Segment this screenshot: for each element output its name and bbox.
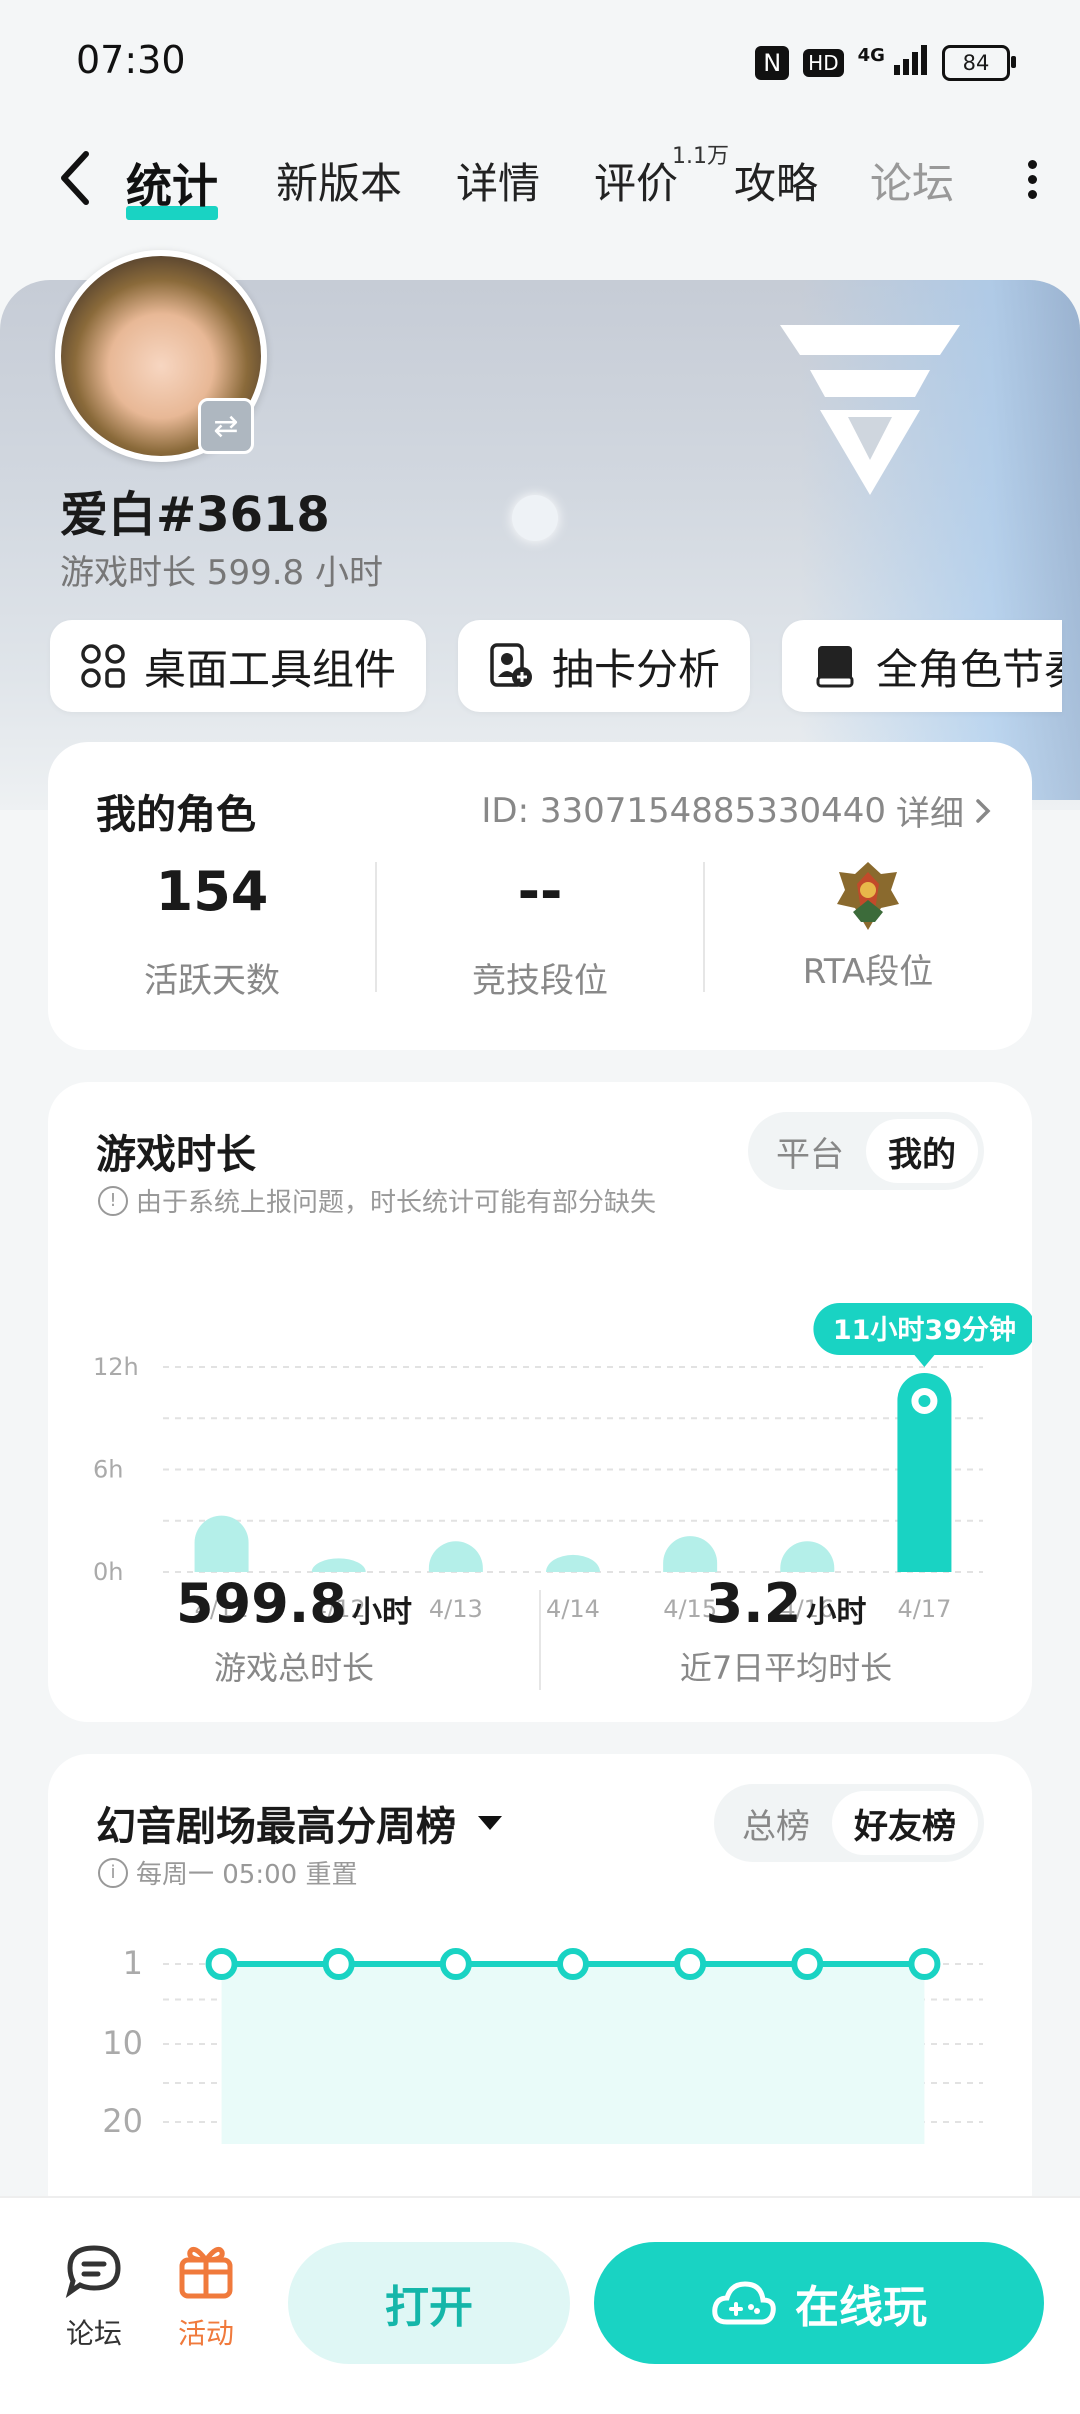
arena-rank-stat: -- 竞技段位	[472, 860, 608, 1001]
y-tick-label: 6h	[93, 1456, 123, 1484]
tab-details[interactable]: 详情	[456, 150, 540, 211]
desktop-widgets-button[interactable]: 桌面工具组件	[50, 620, 427, 712]
toggle-overall[interactable]: 总榜	[720, 1791, 832, 1855]
active-days-stat: 154 活跃天数	[144, 860, 280, 1001]
caret-down-icon	[478, 1816, 502, 1830]
moon-decoration	[512, 495, 558, 541]
character-tier-button[interactable]: 全角色节奏	[782, 620, 1062, 712]
rank-point	[439, 1948, 472, 1980]
playtime-note: ! 由于系统上报问题，时长统计可能有部分缺失	[98, 1182, 656, 1219]
playtime-chart: 12h6h0h4/11 4/12 4/13 4/14 4/15 4/16 4/1711小时3…	[93, 1302, 1032, 1622]
leaderboard-note: i 每周一 05:00 重置	[98, 1854, 357, 1891]
role-id: ID: 3307154885330440	[481, 790, 886, 831]
nfc-icon: N	[755, 46, 790, 80]
tab-stats[interactable]: 统计	[126, 150, 218, 220]
bar	[780, 1541, 835, 1572]
hd-icon: HD	[803, 49, 844, 77]
status-time: 07:30	[76, 38, 186, 82]
gacha-analysis-button[interactable]: 抽卡分析	[458, 620, 751, 712]
toggle-mine[interactable]: 我的	[866, 1119, 978, 1183]
forum-chat-icon	[65, 2245, 121, 2299]
game-logo-icon	[780, 325, 960, 495]
top-nav: 统计 新版本 详情 评价 1.1万 攻略 论坛	[0, 130, 1080, 230]
tab-reviews[interactable]: 评价	[594, 150, 678, 211]
bar	[428, 1541, 483, 1572]
player-playtime: 游戏时长 599.8 小时	[60, 553, 383, 593]
rank-point	[322, 1948, 355, 1980]
leaderboard-card: 幻音剧场最高分周榜 i 每周一 05:00 重置 总榜 好友榜 1 10 20	[48, 1754, 1032, 2234]
activity-button[interactable]: 活动	[156, 2238, 256, 2352]
role-detail-link[interactable]: ID: 3307154885330440 详细	[481, 786, 992, 835]
book-icon	[816, 646, 854, 688]
bar	[311, 1558, 366, 1572]
switch-account-icon[interactable]: ⇄	[198, 398, 254, 454]
tab-forum[interactable]: 论坛	[870, 150, 954, 211]
bar	[663, 1536, 718, 1572]
card-analysis-icon	[490, 643, 532, 687]
toggle-platform[interactable]: 平台	[754, 1119, 866, 1183]
battery-icon: 84	[942, 45, 1016, 81]
highlight-marker-inner	[918, 1394, 931, 1407]
open-button[interactable]: 打开	[288, 2242, 570, 2364]
chevron-right-icon	[976, 798, 991, 823]
play-online-button[interactable]: 在线玩	[594, 2242, 1044, 2364]
forum-button[interactable]: 论坛	[44, 2238, 144, 2352]
tab-new-version[interactable]: 新版本	[276, 150, 402, 211]
player-name: 爱白#3618	[60, 487, 330, 543]
leaderboard-chart: 1 10 20	[102, 1944, 983, 2144]
back-button[interactable]	[52, 148, 102, 208]
info-icon: i	[98, 1857, 128, 1888]
rank-point	[557, 1948, 589, 1980]
playtime-card: 游戏时长 ! 由于系统上报问题，时长统计可能有部分缺失 平台 我的 12h 6h 0…	[48, 1082, 1032, 1722]
my-role-title: 我的角色	[96, 792, 256, 838]
avg-playtime: 3.2 小时 近7日平均时长	[679, 1572, 893, 1687]
back-arrow-icon	[61, 151, 89, 205]
status-icons: N HD 4G 84	[755, 40, 1016, 86]
rta-rank-stat: RTA段位	[704, 860, 1032, 993]
toggle-friends[interactable]: 好友榜	[832, 1791, 978, 1855]
info-icon: !	[98, 1185, 128, 1216]
rank-emblem-icon	[837, 862, 899, 930]
tooltip-text: 11小时39分钟	[833, 1315, 1016, 1346]
leaderboard-toggle: 总榜 好友榜	[714, 1784, 984, 1862]
gift-icon	[179, 2246, 233, 2299]
status-bar: 07:30 N HD 4G 84	[0, 0, 1080, 120]
tooltip-pointer	[914, 1354, 935, 1367]
more-icon	[1027, 160, 1037, 169]
y-tick-label: 10	[102, 2024, 143, 2062]
review-count-badge: 1.1万	[672, 144, 729, 169]
more-menu-button[interactable]	[1024, 154, 1040, 204]
rank-point	[908, 1948, 941, 1980]
rank-point	[674, 1948, 707, 1980]
y-tick-label: 1	[123, 1944, 143, 1982]
widgets-icon	[81, 644, 125, 688]
y-tick-label: 12h	[93, 1353, 139, 1381]
leaderboard-title-dropdown[interactable]: 幻音剧场最高分周榜	[96, 1794, 504, 1852]
total-playtime: 599.8 小时 游戏总时长	[176, 1572, 412, 1687]
area-fill	[221, 1964, 925, 2144]
rank-point	[791, 1948, 824, 1980]
rank-point	[205, 1948, 238, 1980]
bar	[546, 1554, 600, 1572]
playtime-toggle: 平台 我的	[748, 1112, 984, 1190]
bar	[194, 1515, 249, 1572]
signal-icon: 4G	[858, 44, 928, 82]
y-tick-label: 20	[102, 2102, 143, 2140]
tab-guides[interactable]: 攻略	[734, 150, 818, 211]
playtime-title: 游戏时长	[96, 1132, 256, 1178]
cloud-gamepad-icon	[712, 2281, 776, 2325]
bottom-action-bar: 论坛 活动 打开 在线玩	[0, 2196, 1080, 2414]
